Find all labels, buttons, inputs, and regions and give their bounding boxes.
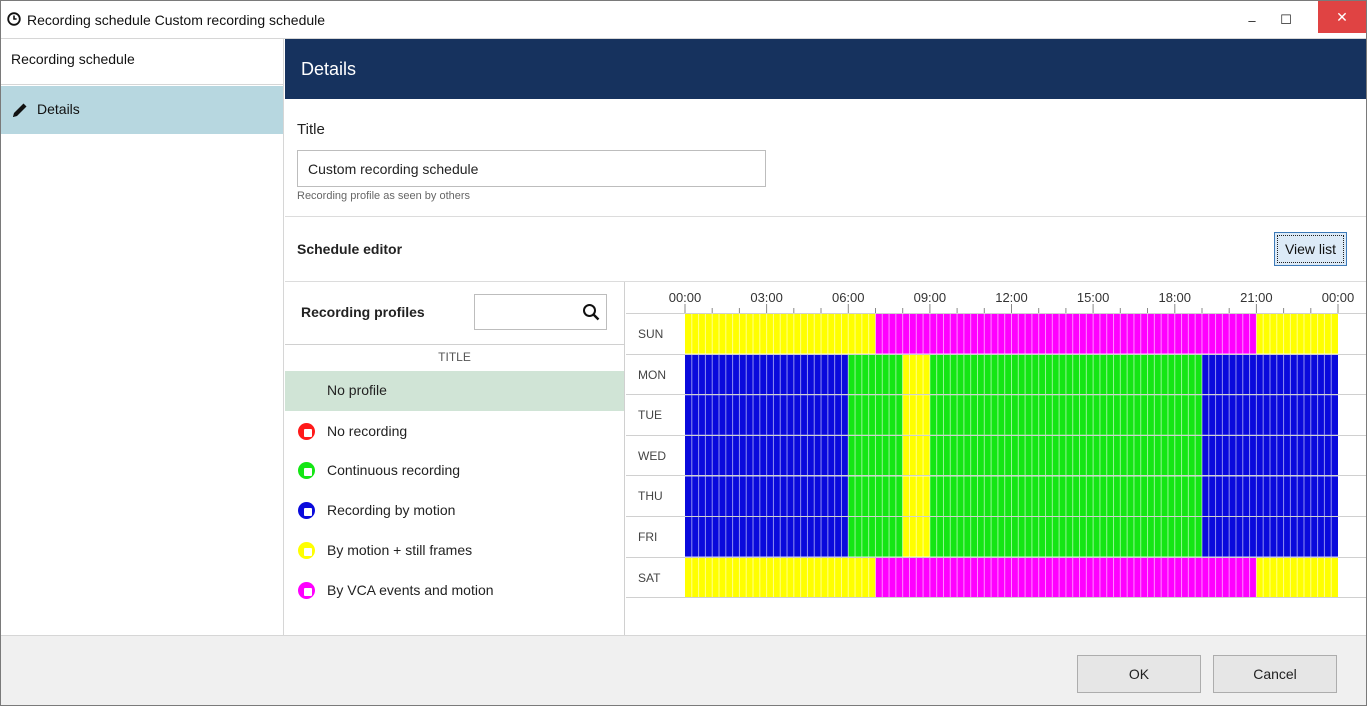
row-divider: [626, 516, 1366, 517]
minimize-button[interactable]: –: [1235, 1, 1269, 39]
dialog-window: Recording schedule Custom recording sche…: [0, 0, 1367, 706]
day-label-tue: TUE: [638, 408, 662, 423]
day-label-sun: SUN: [638, 327, 664, 341]
clock-icon: [7, 12, 21, 26]
row-divider: [626, 475, 1366, 477]
profile-label: No profile: [327, 382, 387, 398]
recording-profiles-heading: Recording profiles: [301, 304, 425, 320]
day-label-mon: MON: [638, 367, 666, 382]
page-title: Details: [301, 59, 357, 79]
profile-label: Continuous recording: [327, 462, 461, 478]
profile-color-icon: [298, 502, 315, 519]
profile-label: By motion + still frames: [327, 542, 473, 558]
profile-color-icon: [298, 542, 315, 559]
profile-item-no-profile[interactable]: No profile: [285, 371, 624, 411]
search-icon[interactable]: [582, 303, 600, 321]
title-field-label: Title: [297, 121, 325, 138]
sidebar-item-label: Details: [37, 101, 80, 117]
hour-ticks: [684, 304, 1339, 313]
recording-profiles-panel: Recording profiles TITLE No profile No r…: [285, 282, 625, 635]
profile-search-input[interactable]: [474, 294, 607, 330]
row-divider: [626, 434, 1366, 436]
title-hint: Recording profile as seen by others: [297, 190, 471, 202]
cancel-button[interactable]: Cancel: [1213, 655, 1337, 693]
maximize-button[interactable]: ☐: [1269, 1, 1303, 39]
window-title: Recording schedule Custom recording sche…: [27, 12, 326, 28]
day-label-thu: THU: [638, 489, 663, 504]
profile-color-icon: [298, 423, 315, 440]
profile-color-icon: [298, 462, 315, 479]
view-list-button[interactable]: View list: [1274, 232, 1347, 266]
profile-label: By VCA events and motion: [327, 582, 494, 598]
profile-item-no-recording[interactable]: No recording: [285, 412, 624, 452]
title-bar: Recording schedule Custom recording sche…: [1, 1, 1366, 39]
ok-button[interactable]: OK: [1077, 655, 1201, 693]
details-header: Details: [285, 39, 1366, 99]
day-label-sat: SAT: [638, 570, 661, 585]
close-button[interactable]: ✕: [1318, 1, 1366, 33]
profile-item-vca-events-motion[interactable]: By VCA events and motion: [285, 571, 624, 611]
row-divider: [626, 597, 1366, 599]
profile-color-icon: [298, 582, 315, 599]
profile-label: Recording by motion: [327, 502, 456, 518]
day-label-wed: WED: [638, 448, 666, 463]
column-header-title[interactable]: TITLE: [285, 344, 624, 371]
day-label-fri: FRI: [638, 530, 658, 544]
pencil-icon: [13, 103, 27, 117]
row-divider: [626, 556, 1366, 558]
profile-label: No recording: [327, 423, 408, 439]
sidebar: Recording schedule Details: [1, 39, 284, 635]
title-input[interactable]: [297, 150, 766, 187]
divider: [285, 216, 1366, 217]
profile-item-continuous-recording[interactable]: Continuous recording: [285, 451, 624, 491]
row-divider: [626, 353, 1366, 355]
schedule-editor-label: Schedule editor: [297, 241, 403, 257]
profile-item-recording-by-motion[interactable]: Recording by motion: [285, 491, 624, 531]
sidebar-header: Recording schedule: [1, 39, 283, 85]
row-divider: [626, 394, 1366, 396]
schedule-grid-panel: 00:00 03:00 06:00 09:00 12:00 15:00 18:00 21:00…: [626, 282, 1366, 635]
profile-item-motion-still-frames[interactable]: By motion + still frames: [285, 531, 624, 571]
sidebar-item-details[interactable]: Details: [1, 86, 283, 134]
